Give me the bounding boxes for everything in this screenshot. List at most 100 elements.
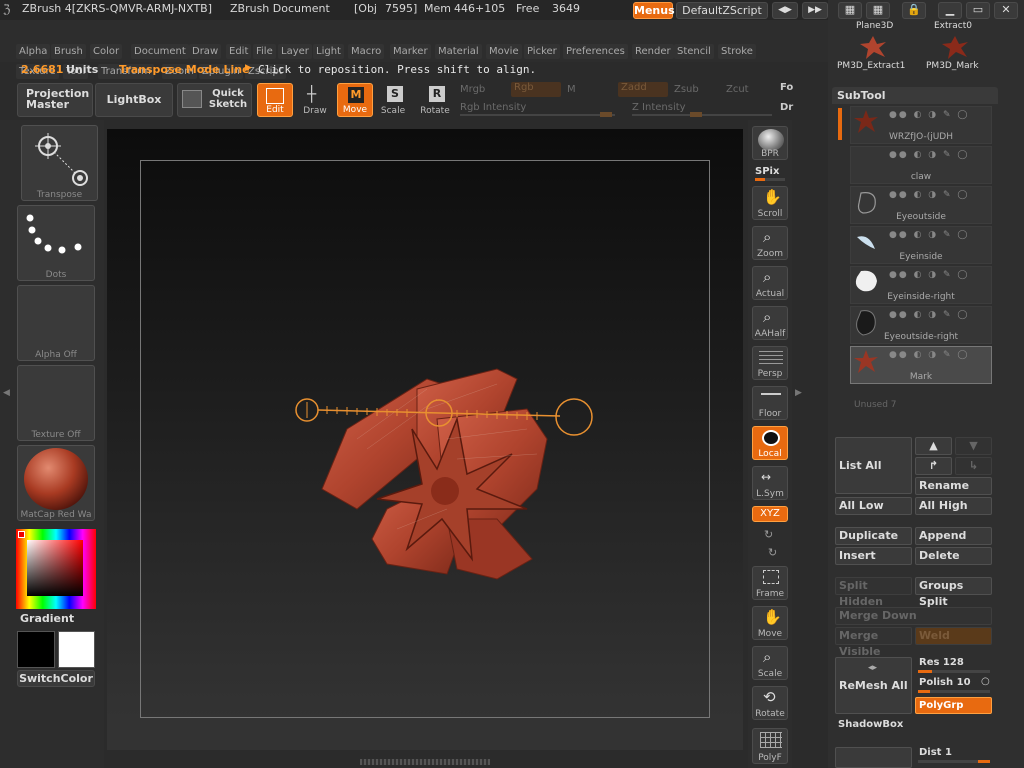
rotate-view-button[interactable]: ⟲ Rotate — [752, 686, 788, 720]
polyf-button[interactable]: PolyF — [752, 728, 788, 764]
color-marker-icon[interactable] — [18, 531, 25, 538]
shadowbox-label[interactable]: ShadowBox — [838, 719, 903, 730]
all-high-button[interactable]: All High — [915, 497, 992, 515]
tool-plane3d[interactable]: Plane3D — [856, 21, 893, 31]
prev-arrow-icon[interactable]: ◀▶ — [772, 2, 798, 19]
gradient-label[interactable]: Gradient — [20, 612, 74, 625]
zcut-toggle[interactable]: Zcut — [726, 84, 749, 95]
groups-split-button[interactable]: Groups Split — [915, 577, 992, 608]
m-toggle[interactable]: M — [567, 84, 576, 95]
append-button[interactable]: Append — [915, 527, 992, 545]
subtool-item-7-selected[interactable]: ●● ◐ ◑ ✎ ◯ Mark — [850, 346, 992, 384]
split-hidden-button[interactable]: Split Hidden — [835, 577, 912, 608]
lock-icon[interactable]: 🔒 — [902, 2, 926, 19]
right-collapse-arrow-icon[interactable]: ▶ — [795, 388, 802, 398]
lsym-button[interactable]: ↔ L.Sym — [752, 466, 788, 500]
rgb-intensity-slider[interactable] — [460, 112, 615, 117]
frame-button[interactable]: Frame — [752, 566, 788, 600]
shadowbox-button[interactable] — [835, 747, 912, 768]
polish-circle-icon[interactable]: ○ — [981, 676, 990, 687]
rename-button[interactable]: Rename — [915, 477, 992, 495]
maximize-icon[interactable]: ▭ — [966, 2, 990, 19]
menu-edit[interactable]: Edit — [226, 44, 252, 59]
transpose-brush-button[interactable]: Transpose — [21, 125, 98, 201]
transpose-line[interactable] — [292, 394, 602, 444]
projection-master-button[interactable]: Projection Master — [17, 83, 93, 117]
bottom-scroll-handle[interactable] — [360, 759, 490, 765]
move-up-icon[interactable]: ▲ — [915, 437, 952, 455]
polish-slider[interactable] — [918, 690, 990, 693]
menu-draw[interactable]: Draw — [189, 44, 222, 59]
rgb-toggle[interactable]: Rgb — [511, 82, 561, 97]
minimize-icon[interactable]: ▁ — [938, 2, 962, 19]
duplicate-button[interactable]: Duplicate — [835, 527, 912, 545]
menu-macro[interactable]: Macro — [348, 44, 385, 59]
default-zscript-button[interactable]: DefaultZScript — [676, 2, 768, 19]
menu-preferences[interactable]: Preferences — [563, 44, 628, 59]
subtool-item-6[interactable]: ●● ◐ ◑ ✎ ◯ Eyeoutside-right — [850, 306, 992, 344]
rotate-button[interactable]: R Rotate — [417, 83, 453, 117]
menu-document[interactable]: Document — [131, 44, 189, 59]
alpha-button[interactable]: Alpha Off — [17, 285, 95, 361]
dist-slider[interactable] — [918, 760, 990, 763]
xyz-rotation-button[interactable]: XYZ — [752, 506, 788, 522]
menu-material[interactable]: Material — [435, 44, 482, 59]
subtool-visibility-icons[interactable]: ●● ◐ ◑ ✎ ◯ — [889, 150, 969, 160]
color-square[interactable] — [27, 540, 83, 596]
list-all-button[interactable]: List All — [835, 437, 912, 494]
rgb-intensity-knob[interactable] — [600, 112, 612, 117]
menu-file[interactable]: File — [253, 44, 276, 59]
menu-stencil[interactable]: Stencil — [674, 44, 714, 59]
move-down-icon[interactable]: ▼ — [955, 437, 992, 455]
subtool-header[interactable]: SubTool — [832, 87, 998, 104]
stroke-dots-button[interactable]: Dots — [17, 205, 95, 281]
actual-button[interactable]: ⌕ Actual — [752, 266, 788, 300]
scale-button[interactable]: S Scale — [375, 83, 411, 117]
move-view-button[interactable]: ✋ Move — [752, 606, 788, 640]
extract1-thumbnail-icon[interactable] — [858, 34, 888, 60]
subtool-item-3[interactable]: ●● ◐ ◑ ✎ ◯ Eyeoutside — [850, 186, 992, 224]
floor-button[interactable]: Floor — [752, 386, 788, 420]
texture-button[interactable]: Texture Off — [17, 365, 95, 441]
quick-sketch-button[interactable]: Quick Sketch — [177, 83, 252, 117]
menu-light[interactable]: Light — [313, 44, 344, 59]
menus-button[interactable]: Menus — [633, 2, 675, 19]
subtool-visibility-icons[interactable]: ●● ◐ ◑ ✎ ◯ — [889, 270, 969, 280]
draw-button[interactable]: ┼ Draw — [297, 83, 333, 117]
y-rotation-icon[interactable]: ↻ — [764, 528, 773, 541]
mark-thumbnail-icon[interactable] — [940, 34, 970, 60]
zoom-button[interactable]: ⌕ Zoom — [752, 226, 788, 260]
subtool-visibility-icons[interactable]: ●● ◐ ◑ ✎ ◯ — [889, 110, 969, 120]
menu-alpha[interactable]: Alpha — [16, 44, 51, 59]
subtool-visibility-icons[interactable]: ●● ◐ ◑ ✎ ◯ — [889, 190, 969, 200]
subtool-item-1[interactable]: ●● ◐ ◑ ✎ ◯ WRZfJO-(jUDH — [850, 106, 992, 144]
subtool-item-4[interactable]: ●● ◐ ◑ ✎ ◯ Eyeinside — [850, 226, 992, 264]
edit-button[interactable]: Edit — [257, 83, 293, 117]
menu-render[interactable]: Render — [632, 44, 674, 59]
menu-brush[interactable]: Brush — [51, 44, 86, 59]
lightbox-button[interactable]: LightBox — [95, 83, 173, 117]
insert-button[interactable]: Insert — [835, 547, 912, 565]
transpose-end-handle[interactable] — [555, 398, 593, 436]
zadd-toggle[interactable]: Zadd — [618, 82, 668, 97]
res-slider[interactable] — [918, 670, 990, 673]
tool-pm3d-extract1[interactable]: PM3D_Extract1 — [837, 61, 905, 71]
tool-extract0[interactable]: Extract0 — [934, 21, 972, 31]
remesh-all-button[interactable]: ◂▸ ReMesh All — [835, 657, 912, 714]
move-up-right-icon[interactable]: ↱ — [915, 457, 952, 475]
z-intensity-knob[interactable] — [690, 112, 702, 117]
polygrp-toggle[interactable]: PolyGrp — [915, 697, 992, 714]
local-button[interactable]: Local — [752, 426, 788, 460]
close-icon[interactable]: ✕ — [994, 2, 1018, 19]
bpr-button[interactable]: BPR — [752, 126, 788, 160]
material-button[interactable]: MatCap Red Wa — [17, 445, 95, 521]
menu-movie[interactable]: Movie — [486, 44, 522, 59]
move-button[interactable]: M Move — [337, 83, 373, 117]
subtool-scrollbar[interactable] — [838, 108, 842, 140]
weld-toggle[interactable]: Weld — [915, 627, 992, 645]
layout2-icon[interactable]: ▦ — [866, 2, 890, 19]
secondary-color-swatch[interactable] — [17, 631, 55, 668]
main-color-swatch[interactable] — [58, 631, 95, 668]
z-rotation-icon[interactable]: ↻ — [768, 546, 777, 559]
spix-slider[interactable] — [755, 178, 785, 181]
